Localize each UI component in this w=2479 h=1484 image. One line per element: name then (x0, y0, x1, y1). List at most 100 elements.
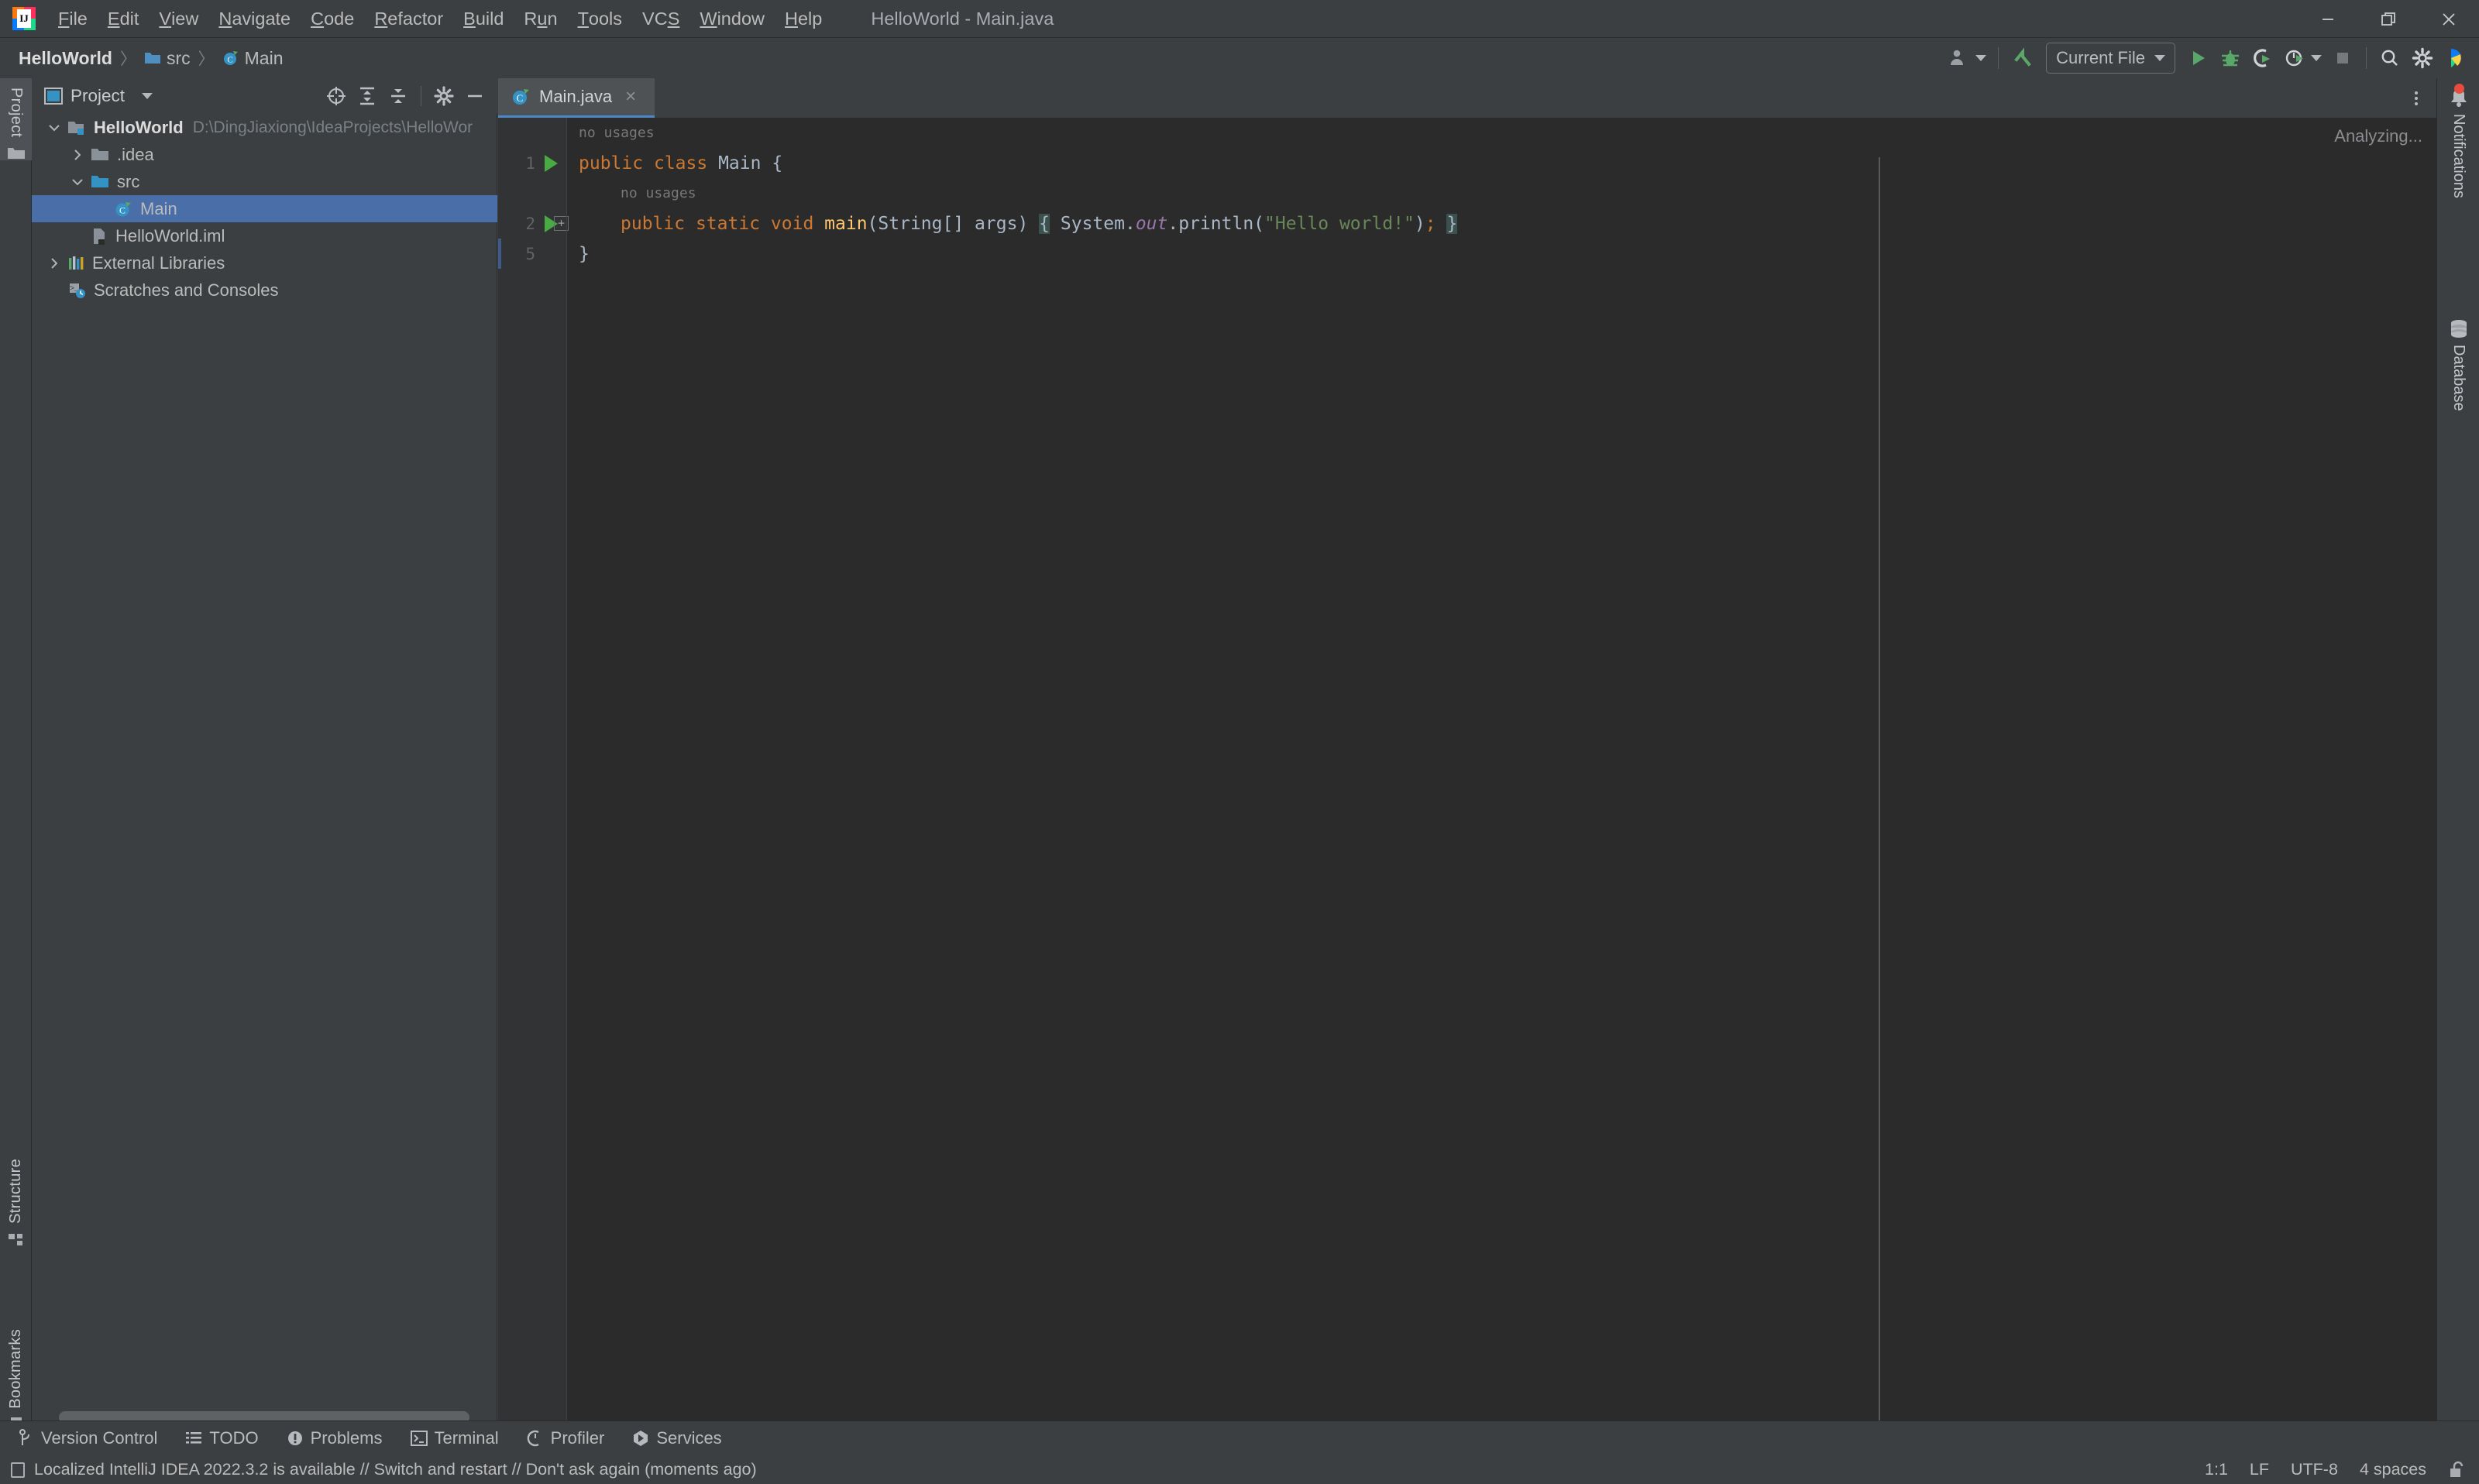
breadcrumb-item-main[interactable]: C Main (218, 46, 288, 71)
file-encoding[interactable]: UTF-8 (2291, 1460, 2338, 1479)
breadcrumb-item-helloworld[interactable]: HelloWorld (14, 46, 117, 71)
menu-item-tools[interactable]: Tools (568, 0, 632, 38)
scroll-from-source-icon[interactable] (321, 81, 351, 111)
settings-gear-icon[interactable] (2406, 42, 2439, 74)
usage-hint[interactable]: no usages (579, 125, 655, 141)
database-icon (2447, 318, 2470, 340)
stripe-label-database: Database (2450, 345, 2467, 411)
updates-arrow-icon[interactable] (2006, 42, 2040, 74)
account-icon[interactable] (1943, 42, 1991, 74)
inlay-hint-row[interactable]: no usages (567, 178, 696, 208)
project-panel-title-button[interactable]: Project (44, 86, 153, 106)
inlay-hint-row[interactable]: no usages (567, 118, 655, 148)
debug-icon[interactable] (2214, 42, 2247, 74)
bottom-tool-label: Terminal (434, 1428, 499, 1448)
bottom-tool-version-control[interactable]: Version Control (6, 1424, 168, 1452)
collapse-all-icon[interactable] (383, 81, 413, 111)
ide-feature-icon[interactable] (2439, 42, 2473, 74)
tree-node-helloworld-iml[interactable]: HelloWorld.iml (32, 222, 497, 249)
maximize-restore-button[interactable] (2358, 0, 2419, 38)
svg-text:C: C (517, 92, 524, 104)
line-number: 2 (525, 214, 535, 233)
close-icon[interactable]: × (625, 86, 636, 108)
run-coverage-icon[interactable] (2247, 42, 2279, 74)
tree-node-label: External Libraries (92, 252, 225, 273)
tree-node-idea[interactable]: .idea (32, 141, 497, 168)
bottom-tool-problems[interactable]: Problems (276, 1424, 394, 1452)
tree-node-src[interactable]: src (32, 168, 497, 195)
menu-item-navigate[interactable]: Navigate (208, 0, 301, 38)
expand-all-icon[interactable] (352, 81, 382, 111)
code-token: . (1124, 213, 1136, 234)
sidebar-item-structure[interactable]: Structure (0, 1159, 32, 1249)
search-everywhere-icon[interactable] (2374, 42, 2406, 74)
bottom-tool-terminal[interactable]: Terminal (400, 1424, 510, 1452)
unlocked-padlock-icon[interactable] (2448, 1461, 2465, 1479)
minimize-button[interactable] (2298, 0, 2358, 38)
run-icon[interactable] (2182, 42, 2214, 74)
tree-node-external-libraries[interactable]: External Libraries (32, 249, 497, 277)
stop-icon[interactable] (2326, 42, 2359, 74)
code-token: } (579, 243, 590, 264)
menu-item-file[interactable]: File (48, 0, 98, 38)
menu-item-code[interactable]: Code (301, 0, 364, 38)
code-token: } (1446, 213, 1458, 234)
bottom-tool-label: Services (656, 1428, 722, 1448)
breadcrumb-item-src[interactable]: src (139, 46, 195, 71)
chevron-right-icon[interactable] (69, 148, 86, 162)
menu-item-window[interactable]: Window (689, 0, 775, 38)
menu-item-run[interactable]: Run (514, 0, 567, 38)
usage-hint[interactable]: no usages (621, 185, 696, 201)
breadcrumb: HelloWorld 〉 src 〉 C Main (14, 46, 288, 71)
sidebar-item-notifications[interactable]: Notifications (2437, 84, 2479, 198)
bottom-tool-services[interactable]: Services (621, 1424, 732, 1452)
problems-icon (287, 1430, 304, 1447)
menu-item-refactor[interactable]: Refactor (364, 0, 453, 38)
tree-node-main[interactable]: C Main (32, 195, 497, 222)
sidebar-item-bookmarks[interactable]: Bookmarks (0, 1329, 32, 1435)
caret-position[interactable]: 1:1 (2205, 1460, 2228, 1479)
folder-icon (144, 51, 161, 65)
toolbar-divider-2 (2366, 47, 2367, 69)
editor-tab-options-icon[interactable] (2402, 84, 2430, 112)
bottom-tool-profiler[interactable]: Profiler (516, 1424, 616, 1452)
sidebar-item-project[interactable]: Project (0, 78, 32, 161)
editor-scrollbar[interactable] (2416, 157, 2436, 1433)
menu-items: File Edit View Navigate Code Refactor Build Ru n… (48, 0, 832, 38)
bottom-tool-bar: Version Control TODO Problems Terminal Profi… (0, 1420, 2479, 1455)
line-separator[interactable]: LF (2250, 1460, 2269, 1479)
chevron-down-icon[interactable] (69, 175, 86, 189)
menu-item-view[interactable]: View (149, 0, 208, 38)
code-token: ( (867, 213, 878, 234)
editor-gutter[interactable]: 1 2 +5 (498, 118, 569, 1433)
tree-node-helloworld[interactable]: HelloWorld D:\DingJiaxiong\IdeaProjects\H… (32, 114, 497, 141)
profiler-icon[interactable] (2279, 42, 2326, 74)
project-panel-toolbar (321, 78, 490, 114)
code-editor[interactable]: 1 2 +5 no usages public class Main {no usag… (498, 118, 2436, 1433)
chevron-right-icon[interactable] (46, 256, 63, 270)
settings-gear-icon[interactable] (429, 81, 459, 111)
code-token: class (653, 153, 708, 173)
hide-icon[interactable] (460, 81, 490, 111)
project-panel-header: Project (32, 78, 497, 114)
menu-item-edit[interactable]: Edit (98, 0, 150, 38)
caret-line-marker (498, 239, 501, 269)
chevron-down-icon[interactable] (46, 121, 63, 135)
menu-item-help[interactable]: Help (775, 0, 832, 38)
run-configuration-selector[interactable]: Current File (2046, 43, 2175, 74)
indent-setting[interactable]: 4 spaces (2360, 1460, 2426, 1479)
status-message-area[interactable]: Localized IntelliJ IDEA 2022.3.2 is avai… (10, 1460, 757, 1479)
menu-item-build[interactable]: Build (453, 0, 514, 38)
code-content[interactable]: no usages public class Main {no usages pub… (567, 118, 2436, 1433)
code-token: public (579, 153, 644, 173)
menu-item-vcs[interactable]: VC S (632, 0, 689, 38)
sidebar-item-database[interactable]: Database (2437, 318, 2479, 411)
bottom-tool-todo[interactable]: TODO (174, 1424, 269, 1452)
tab-main-java[interactable]: C Main.java × (498, 78, 655, 118)
tree-node-scratches-and-consoles[interactable]: >_ Scratches and Consoles (32, 277, 497, 304)
project-tool-window: Project HelloWorld D:\DingJiaxiong\IdeaP… (32, 78, 497, 1433)
run-gutter-icon[interactable] (545, 154, 558, 172)
gutter-row (498, 118, 567, 148)
close-button[interactable] (2419, 0, 2479, 38)
